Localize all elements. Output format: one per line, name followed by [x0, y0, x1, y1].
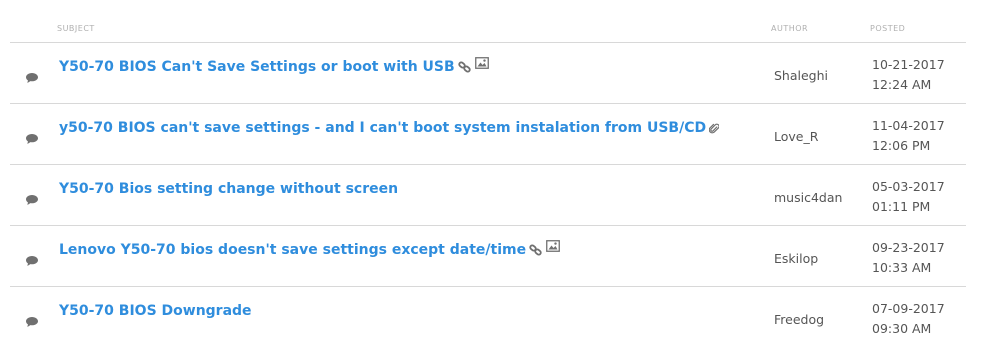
- posted-date: 07-09-2017: [872, 301, 945, 316]
- posted-time: 12:24 AM: [872, 77, 932, 92]
- speech-bubble-icon: [25, 130, 39, 144]
- posted-cell: 11-04-2017 12:06 PM: [872, 116, 945, 156]
- list-item: y50-70 BIOS can't save settings - and I …: [10, 104, 966, 165]
- subject-cell: Y50-70 Bios setting change without scree…: [59, 181, 401, 197]
- attachments: [529, 240, 560, 256]
- subject-cell: Y50-70 BIOS Downgrade: [59, 303, 255, 319]
- posted-date: 09-23-2017: [872, 240, 945, 255]
- posted-cell: 09-23-2017 10:33 AM: [872, 238, 945, 278]
- subject-cell: Lenovo Y50-70 bios doesn't save settings…: [59, 240, 560, 258]
- subject-cell: Y50-70 BIOS Can't Save Settings or boot …: [59, 57, 489, 75]
- list-item: Y50-70 BIOS Can't Save Settings or boot …: [10, 43, 966, 104]
- posted-time: 09:30 AM: [872, 321, 932, 336]
- subject-link[interactable]: y50-70 BIOS can't save settings - and I …: [59, 120, 706, 136]
- subject-link[interactable]: Y50-70 BIOS Downgrade: [59, 303, 252, 319]
- posted-date: 10-21-2017: [872, 57, 945, 72]
- message-list: SUBJECT AUTHOR POSTED Y50-70 BIOS Can't …: [10, 0, 966, 347]
- list-item: Y50-70 BIOS Downgrade Freedog 07-09-2017…: [10, 287, 966, 347]
- speech-bubble-icon: [25, 313, 39, 327]
- attachments: [458, 57, 489, 73]
- link-icon: [458, 61, 471, 73]
- author-link[interactable]: music4dan: [774, 190, 842, 205]
- speech-bubble-icon: [25, 252, 39, 266]
- subject-link[interactable]: Y50-70 Bios setting change without scree…: [59, 181, 398, 197]
- posted-cell: 10-21-2017 12:24 AM: [872, 55, 945, 95]
- author-link[interactable]: Freedog: [774, 312, 824, 327]
- author-link[interactable]: Shaleghi: [774, 68, 828, 83]
- header-subject[interactable]: SUBJECT: [57, 24, 95, 33]
- posted-time: 01:11 PM: [872, 199, 931, 214]
- author-link[interactable]: Love_R: [774, 129, 818, 144]
- link-icon: [529, 244, 542, 256]
- list-item: Lenovo Y50-70 bios doesn't save settings…: [10, 226, 966, 287]
- posted-time: 12:06 PM: [872, 138, 931, 153]
- posted-time: 10:33 AM: [872, 260, 932, 275]
- author-link[interactable]: Eskilop: [774, 251, 818, 266]
- image-icon: [546, 240, 560, 252]
- posted-date: 05-03-2017: [872, 179, 945, 194]
- image-icon: [474, 57, 489, 69]
- list-header: SUBJECT AUTHOR POSTED: [10, 0, 966, 43]
- header-posted[interactable]: POSTED: [870, 24, 905, 33]
- subject-cell: y50-70 BIOS can't save settings - and I …: [59, 120, 720, 136]
- subject-link[interactable]: Y50-70 BIOS Can't Save Settings or boot …: [59, 59, 455, 75]
- posted-date: 11-04-2017: [872, 118, 945, 133]
- header-author[interactable]: AUTHOR: [771, 24, 808, 33]
- posted-cell: 05-03-2017 01:11 PM: [872, 177, 945, 217]
- paperclip-icon: [709, 122, 720, 135]
- subject-link[interactable]: Lenovo Y50-70 bios doesn't save settings…: [59, 242, 526, 258]
- attachments: [709, 122, 720, 135]
- speech-bubble-icon: [25, 191, 39, 205]
- list-item: Y50-70 Bios setting change without scree…: [10, 165, 966, 226]
- posted-cell: 07-09-2017 09:30 AM: [872, 299, 945, 339]
- speech-bubble-icon: [25, 69, 39, 83]
